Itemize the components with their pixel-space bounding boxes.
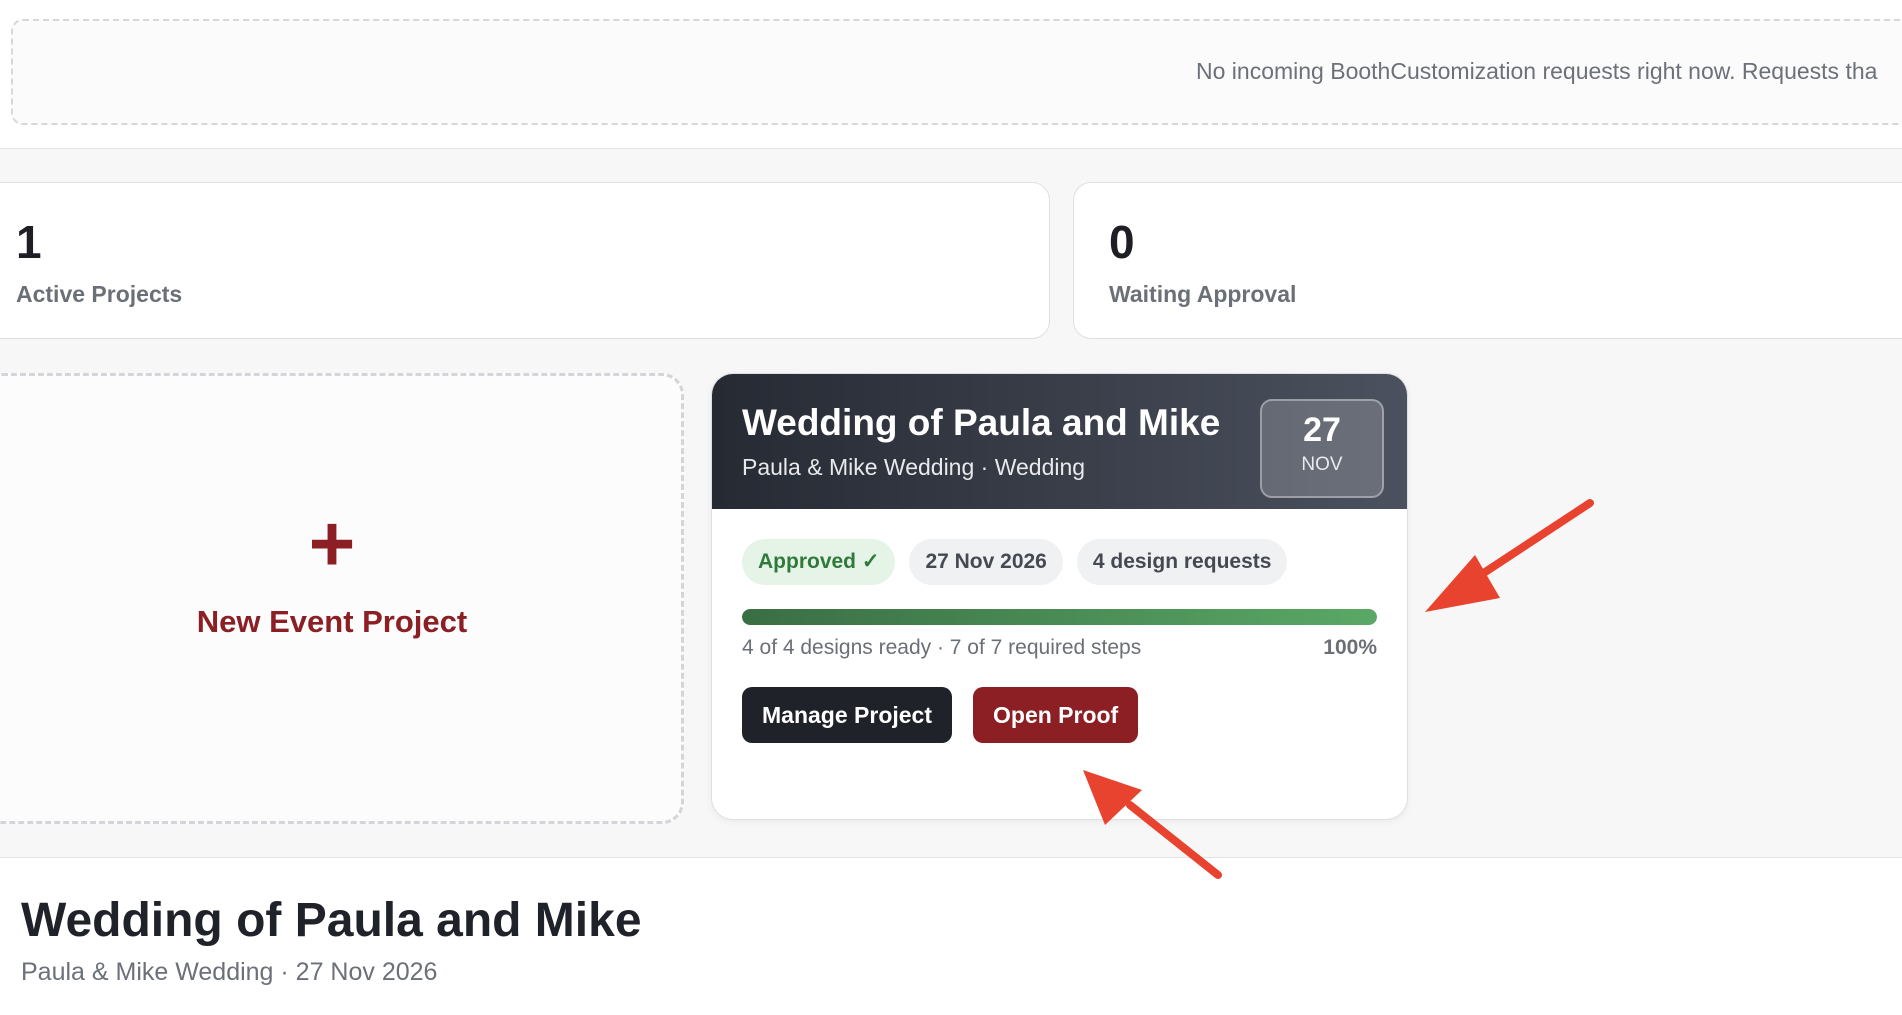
progress-percent: 100% — [1323, 636, 1377, 659]
stat-label: Waiting Approval — [1109, 281, 1297, 307]
new-event-project-label: New Event Project — [196, 604, 468, 639]
project-status-chips: Approved ✓ 27 Nov 2026 4 design requests — [742, 539, 1288, 585]
page: No incoming BoothCustomization requests … — [0, 0, 1902, 1015]
stat-label: Active Projects — [16, 281, 183, 307]
stat-card-waiting-approval: 0 Waiting Approval — [1073, 182, 1902, 339]
manage-project-button[interactable]: Manage Project — [742, 687, 952, 743]
detail-subtitle: Paula & Mike Wedding · 27 Nov 2026 — [21, 958, 438, 986]
event-date-day: 27 — [1303, 411, 1341, 449]
progress-bar — [742, 609, 1377, 625]
progress-bar-fill — [742, 609, 1377, 625]
project-detail-section: Wedding of Paula and Mike Paula & Mike W… — [0, 857, 1902, 1015]
project-card: Wedding of Paula and Mike Paula & Mike W… — [711, 373, 1408, 820]
progress-summary: 4 of 4 designs ready · 7 of 7 required s… — [742, 636, 1142, 659]
design-requests-chip: 4 design requests — [1076, 539, 1288, 585]
plus-icon: + — [308, 499, 356, 588]
empty-requests-message: No incoming BoothCustomization requests … — [1196, 58, 1878, 84]
date-chip: 27 Nov 2026 — [909, 539, 1063, 585]
stat-card-active-projects: 1 Active Projects — [0, 182, 1050, 339]
stat-value: 0 — [1109, 216, 1135, 268]
stat-value: 1 — [16, 216, 42, 268]
new-event-project-card[interactable]: + New Event Project — [0, 373, 684, 824]
project-title: Wedding of Paula and Mike — [742, 402, 1221, 443]
detail-title: Wedding of Paula and Mike — [21, 894, 642, 947]
project-subtitle: Paula & Mike Wedding · Wedding — [742, 454, 1086, 480]
annotation-arrow-progress — [1425, 499, 1594, 612]
status-badge: Approved ✓ — [742, 539, 896, 585]
open-proof-button[interactable]: Open Proof — [973, 687, 1139, 743]
project-card-header: Wedding of Paula and Mike Paula & Mike W… — [712, 374, 1407, 509]
event-date-badge: 27 NOV — [1260, 399, 1384, 498]
event-date-month: NOV — [1301, 454, 1343, 475]
